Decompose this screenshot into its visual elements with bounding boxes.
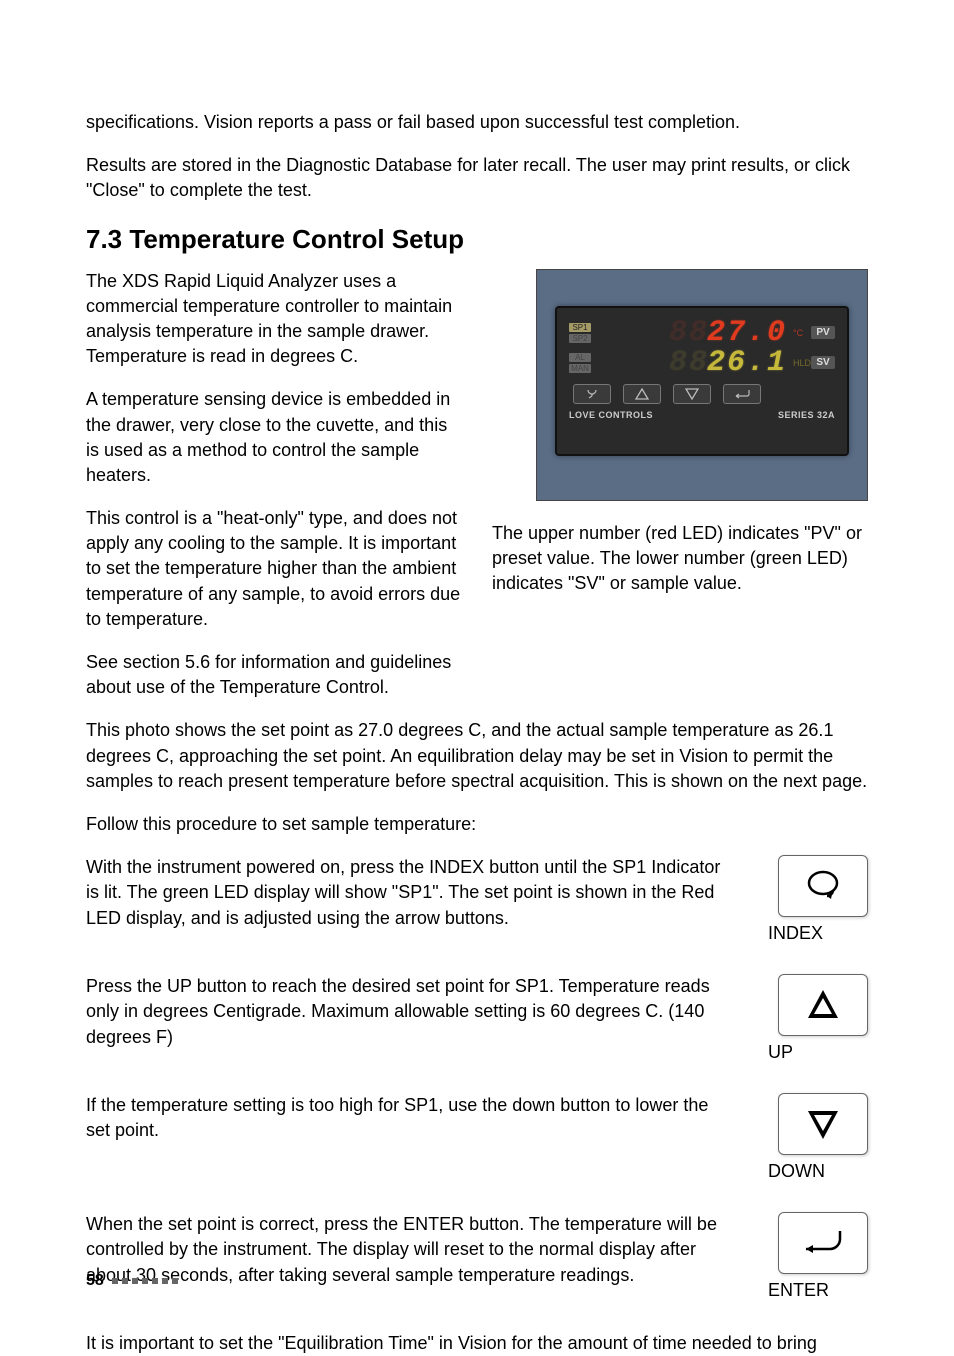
- controller-series: SERIES 32A: [778, 410, 835, 420]
- up-button-icon: [778, 974, 868, 1036]
- footer-dots-icon: [112, 1278, 178, 1284]
- pv-badge: PV: [811, 326, 835, 339]
- enter-button-icon: [778, 1212, 868, 1274]
- controller-photo: SP1 SP2 8827.0 °C PV AL MAN 8826.1 HL: [536, 269, 868, 501]
- controller-panel: SP1 SP2 8827.0 °C PV AL MAN 8826.1 HL: [555, 306, 849, 456]
- section-para-6: Follow this procedure to set sample temp…: [86, 812, 868, 837]
- step-index-text: With the instrument powered on, press th…: [86, 855, 728, 931]
- down-button-label: DOWN: [768, 1161, 868, 1182]
- page-number: 58: [86, 1272, 104, 1290]
- sv-display: 8826.1: [597, 346, 789, 380]
- step-down-text: If the temperature setting is too high f…: [86, 1093, 728, 1143]
- tag-al: AL: [569, 353, 591, 362]
- up-button-label: UP: [768, 1042, 868, 1063]
- panel-button-enter: [723, 384, 761, 404]
- tag-man: MAN: [569, 364, 591, 373]
- tag-sp1: SP1: [569, 323, 591, 332]
- pv-unit: °C: [793, 328, 807, 338]
- step-up-text: Press the UP button to reach the desired…: [86, 974, 728, 1050]
- panel-button-down: [673, 384, 711, 404]
- section-para-3: This control is a "heat-only" type, and …: [86, 506, 462, 632]
- section-para-4: See section 5.6 for information and guid…: [86, 650, 462, 700]
- section-para-1: The XDS Rapid Liquid Analyzer uses a com…: [86, 269, 462, 370]
- section-para-2: A temperature sensing device is embedded…: [86, 387, 462, 488]
- pv-display: 8827.0: [597, 316, 789, 350]
- intro-para-2: Results are stored in the Diagnostic Dat…: [86, 153, 868, 203]
- panel-button-index: [573, 384, 611, 404]
- enter-button-label: ENTER: [768, 1280, 868, 1301]
- step-enter-text: When the set point is correct, press the…: [86, 1212, 728, 1288]
- sv-badge: SV: [811, 356, 835, 369]
- panel-button-up: [623, 384, 661, 404]
- tag-hld: HLD: [793, 358, 807, 368]
- intro-para-1: specifications. Vision reports a pass or…: [86, 110, 868, 135]
- index-button-icon: [778, 855, 868, 917]
- page-footer: 58: [86, 1272, 178, 1290]
- section-title: 7.3 Temperature Control Setup: [86, 224, 868, 255]
- closing-para: It is important to set the "Equilibratio…: [86, 1331, 868, 1356]
- index-button-label: INDEX: [768, 923, 868, 944]
- photo-caption: The upper number (red LED) indicates "PV…: [492, 521, 868, 597]
- controller-brand: LOVE CONTROLS: [569, 410, 653, 420]
- down-button-icon: [778, 1093, 868, 1155]
- section-para-5: This photo shows the set point as 27.0 d…: [86, 718, 868, 794]
- tag-sp2: SP2: [569, 334, 591, 343]
